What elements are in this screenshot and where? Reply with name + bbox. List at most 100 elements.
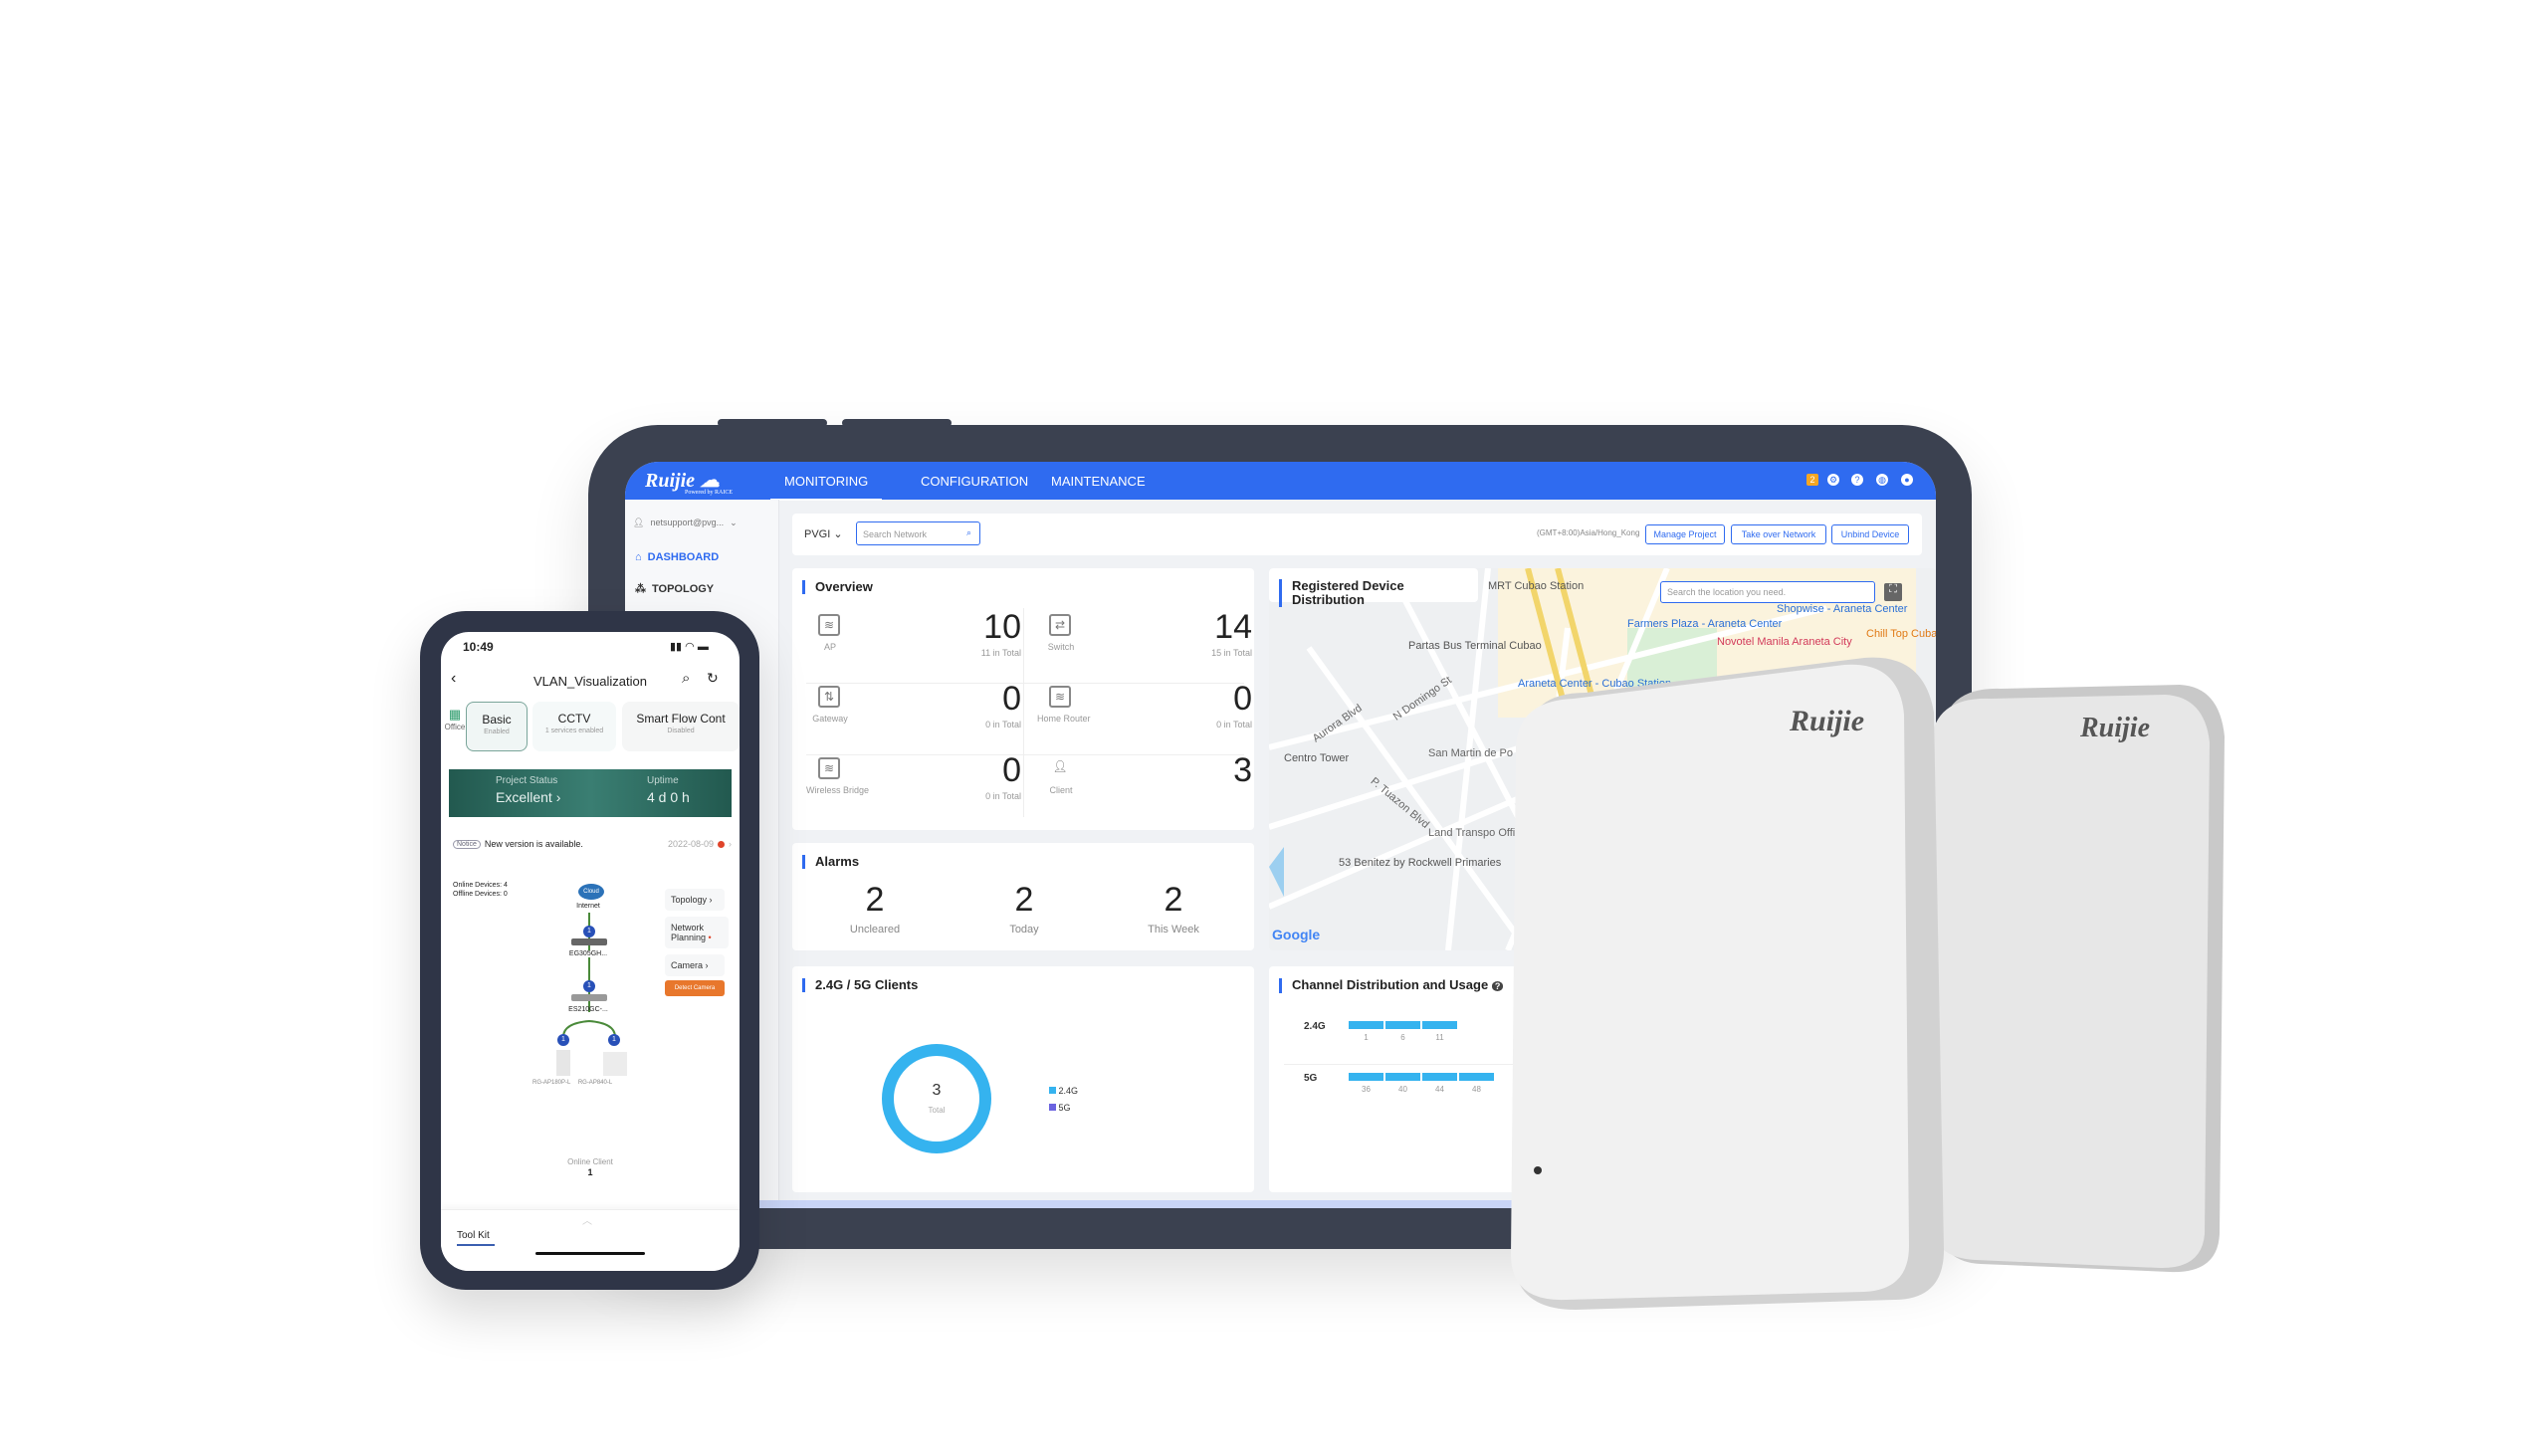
topology-icon: ⁂ [635, 583, 646, 595]
clients-title: 2.4G / 5G Clients [802, 978, 918, 992]
location-search-input[interactable]: Search the location you need. [1660, 581, 1875, 603]
home-indicator [535, 1252, 645, 1255]
channel-number: 40 [1398, 1085, 1407, 1094]
device-counts: Online Devices: 4 Offline Devices: 0 [453, 882, 508, 898]
map-label[interactable]: Novotel Manila Araneta City [1717, 636, 1852, 648]
sidebar-item-dashboard[interactable]: ⌂ DASHBOARD [635, 551, 719, 563]
clients-total-label: Total [928, 1106, 946, 1115]
nav-configuration[interactable]: CONFIGURATION [921, 474, 1028, 489]
clients-total: 3 [932, 1082, 942, 1099]
ruijie-logo: Ruijie [1789, 705, 1864, 737]
take-over-network-button[interactable]: Take over Network [1731, 524, 1826, 544]
network-planning-button[interactable]: Network Planning • [665, 917, 729, 948]
search-icon: ⌕ [965, 527, 971, 537]
tab-tool-kit[interactable]: Tool Kit [457, 1230, 490, 1241]
user-icon: 👤︎ [1052, 759, 1068, 773]
notice-bar[interactable]: Notice New version is available. 2022-08… [449, 833, 732, 855]
refresh-icon[interactable]: ↻ [707, 670, 719, 687]
ap-labels: RG-AP180P-L RG-AP840-L [532, 1080, 613, 1086]
ap-icon: ≋ [818, 614, 840, 636]
channel-bar [1422, 1021, 1457, 1029]
map-label[interactable]: Chill Top Cuba Roofdeck Restol [1866, 628, 1936, 640]
channel-number: 44 [1435, 1085, 1444, 1094]
project-status-banner[interactable]: Project Status Excellent › Uptime 4 d 0 … [449, 769, 732, 817]
channel-number: 6 [1400, 1033, 1405, 1042]
tab-cctv[interactable]: CCTV 1 services enabled [532, 702, 616, 751]
site-office[interactable]: ▦ Office [443, 707, 467, 731]
tab-smart-flow[interactable]: Smart Flow Cont Disabled [622, 702, 740, 751]
fullscreen-icon[interactable]: ⛶ [1884, 583, 1902, 601]
map-label[interactable]: MRT Cubao Station [1488, 580, 1584, 592]
nav-monitoring[interactable]: MONITORING [769, 474, 883, 501]
bottom-sheet[interactable]: ︿ Tool Kit [441, 1209, 740, 1271]
overview-total: 0 in Total [1216, 720, 1252, 729]
overview-ap[interactable]: ≋ AP 10 11 in Total [806, 608, 1021, 680]
settings-icon[interactable]: ⚙ [1827, 474, 1839, 486]
nav-maintenance[interactable]: MAINTENANCE [1051, 474, 1146, 489]
phone-title: VLAN_Visualization [533, 674, 647, 689]
switch-device-icon[interactable] [571, 994, 607, 1001]
network-selector[interactable]: PVGI ⌄ [804, 527, 843, 540]
sidebar-item-topology[interactable]: ⁂ TOPOLOGY [635, 582, 714, 596]
online-client-label: Online Client [567, 1157, 613, 1166]
search-network-input[interactable]: Search Network ⌕ [856, 521, 980, 545]
unbind-device-button[interactable]: Unbind Device [1831, 524, 1909, 544]
chevron-down-icon: ⌄ [730, 517, 738, 527]
map-label[interactable]: Shopwise - Araneta Center [1777, 603, 1907, 615]
node-internet: Internet [576, 903, 600, 910]
gateway-device-icon[interactable] [571, 938, 607, 945]
overview-total: 11 in Total [980, 648, 1021, 658]
access-point-front: Ruijie [1511, 657, 1944, 1310]
topology-button[interactable]: Topology › [665, 889, 725, 911]
overview-card: Overview ≋ AP 10 11 in Total ⇄ Switch 14 … [792, 568, 1254, 830]
map-label[interactable]: Centro Tower [1284, 752, 1349, 764]
link-badge: 1 [583, 926, 595, 937]
alarm-this-week[interactable]: 2 This Week [1114, 881, 1233, 937]
channel-number: 11 [1435, 1033, 1444, 1042]
cloud-icon: Cloud [578, 884, 604, 900]
legend-5g: 5G [1049, 1103, 1071, 1113]
search-icon[interactable]: ⌕ [682, 670, 690, 687]
map-label[interactable]: Partas Bus Terminal Cubao [1408, 640, 1542, 652]
help-icon[interactable]: ? [1851, 474, 1863, 486]
overview-total: 0 in Total [985, 720, 1021, 729]
toolbar: PVGI ⌄ Search Network ⌕ (GMT+8:00)Asia/Ho… [792, 514, 1922, 555]
detect-camera-button[interactable]: Detect Camera [665, 980, 725, 996]
manage-project-button[interactable]: Manage Project [1645, 524, 1725, 544]
tablet-button [842, 419, 952, 427]
overview-switch[interactable]: ⇄ Switch 14 15 in Total [1037, 608, 1252, 680]
google-attribution: Google [1272, 927, 1321, 942]
divider [1023, 608, 1024, 817]
overview-label: AP [823, 642, 836, 652]
user-selector[interactable]: 👤︎ netsupport@pvg... ⌄ [633, 510, 772, 535]
map-label[interactable]: 53 Benitez by Rockwell Primaries [1339, 857, 1501, 869]
band-label: 5G [1304, 1073, 1318, 1084]
overview-client[interactable]: 👤︎ Client 3 [1037, 751, 1252, 823]
camera-button[interactable]: Camera › [665, 954, 725, 976]
brand-logo: Ruijie ☁ Powered by RAICE [645, 470, 733, 496]
overview-value: 0 [1002, 751, 1021, 789]
overview-total: 0 in Total [985, 791, 1021, 801]
notification-icon[interactable]: 2 [1806, 474, 1818, 486]
tab-basic[interactable]: Basic Enabled [466, 702, 528, 751]
alarm-uncleared[interactable]: 2 Uncleared [815, 881, 935, 937]
overview-wireless-bridge[interactable]: ≋ Wireless Bridge 0 0 in Total [806, 751, 1021, 823]
ap-device-icon[interactable] [556, 1050, 570, 1076]
channel-number: 48 [1472, 1085, 1481, 1094]
globe-icon[interactable]: ◍ [1876, 474, 1888, 486]
info-icon[interactable]: ? [1491, 981, 1504, 991]
channel-bar [1349, 1021, 1383, 1029]
overview-label: Wireless Bridge [806, 785, 870, 795]
node-gateway: EG305GH... [558, 950, 618, 957]
overview-value: 0 [1002, 680, 1021, 718]
overview-gateway[interactable]: ⇅ Gateway 0 0 in Total [806, 680, 1021, 751]
ap-device-icon[interactable] [603, 1052, 627, 1076]
channel-bar [1349, 1073, 1383, 1081]
map-label[interactable]: Farmers Plaza - Araneta Center [1627, 618, 1782, 630]
alarm-today[interactable]: 2 Today [964, 881, 1084, 937]
phone-screen: 10:49 ▮▮ ◠ ▬ ‹ VLAN_Visualization ⌕ ↻ ▦ O… [441, 632, 740, 1271]
overview-home-router[interactable]: ≋ Home Router 0 0 in Total [1037, 680, 1252, 751]
overview-label: Gateway [812, 714, 848, 724]
account-icon[interactable]: ● [1901, 474, 1913, 486]
alarms-card: Alarms 2 Uncleared 2 Today 2 This Week [792, 843, 1254, 950]
